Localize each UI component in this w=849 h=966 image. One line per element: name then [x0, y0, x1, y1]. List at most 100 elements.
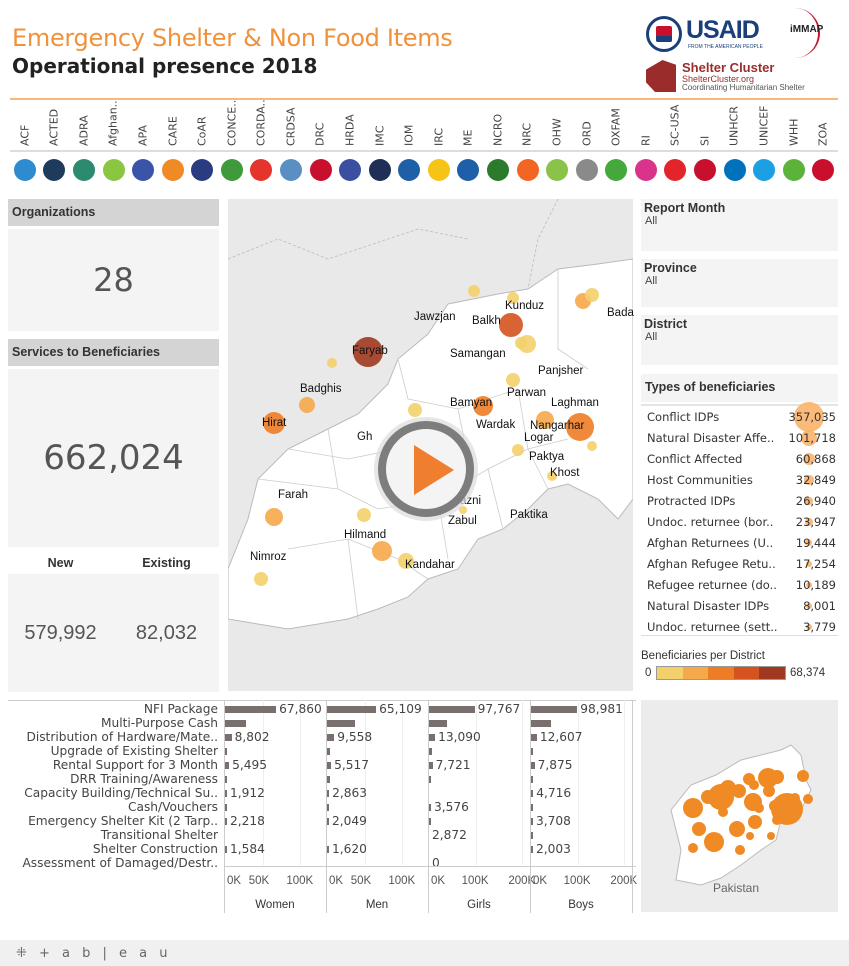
org-name-column[interactable]: CARE — [158, 104, 188, 152]
minimap-bubble[interactable] — [754, 803, 764, 813]
org-name-column[interactable]: CONCE.. — [217, 100, 247, 152]
bar-men[interactable] — [327, 846, 329, 853]
org-name-column[interactable]: Afghan.. — [99, 100, 129, 152]
bar-girls[interactable] — [429, 720, 447, 727]
bar-women[interactable] — [225, 804, 227, 811]
filter-province-value[interactable]: All — [645, 275, 657, 287]
org-name-column[interactable]: APA — [128, 104, 158, 152]
minimap-bubble[interactable] — [797, 770, 809, 782]
org-logo-icon[interactable] — [43, 159, 66, 181]
services-total[interactable]: 662,024 — [8, 369, 219, 547]
org-name-column[interactable]: OHW — [542, 104, 572, 152]
org-logo-icon[interactable] — [102, 159, 125, 181]
bar-men[interactable] — [327, 734, 335, 741]
org-name-column[interactable]: RI — [631, 104, 661, 152]
org-logo-icon[interactable] — [634, 159, 657, 181]
play-button[interactable] — [378, 421, 474, 517]
bar-boys[interactable] — [531, 818, 533, 825]
org-name-column[interactable]: OXFAM — [601, 104, 631, 152]
org-name-column[interactable]: IMC — [365, 104, 395, 152]
beneficiary-type-row[interactable]: Natural Disaster Affe.. 101,718 — [641, 427, 838, 448]
org-name-column[interactable]: WHH — [779, 104, 809, 152]
bar-men[interactable] — [327, 762, 332, 769]
org-logo-icon[interactable] — [250, 159, 273, 181]
new-value[interactable]: 579,992 — [8, 622, 113, 645]
org-logo-icon[interactable] — [279, 159, 302, 181]
minimap-bubble[interactable] — [767, 832, 775, 840]
minimap-bubble[interactable] — [748, 815, 762, 829]
bar-boys[interactable] — [531, 706, 578, 713]
bar-girls[interactable] — [429, 804, 431, 811]
minimap-bubble[interactable] — [803, 794, 813, 804]
org-logo-icon[interactable] — [220, 159, 243, 181]
org-logo-icon[interactable] — [191, 159, 214, 181]
filter-report-month[interactable]: Report Month All — [641, 199, 838, 251]
org-name-column[interactable]: SC-USA — [661, 104, 691, 152]
bar-women[interactable] — [225, 720, 247, 727]
org-logo-icon[interactable] — [753, 159, 776, 181]
org-name-column[interactable]: ACF — [10, 104, 40, 152]
bar-girls[interactable] — [429, 734, 436, 741]
minimap-bubble[interactable] — [770, 770, 784, 784]
bar-girls[interactable] — [429, 818, 431, 825]
org-logo-icon[interactable] — [368, 159, 391, 181]
org-logo-icon[interactable] — [605, 159, 628, 181]
minimap-bubble[interactable] — [772, 815, 782, 825]
org-name-column[interactable]: HRDA — [335, 104, 365, 152]
org-logo-icon[interactable] — [693, 159, 716, 181]
minimap-bubble[interactable] — [790, 793, 800, 803]
org-logo-icon[interactable] — [13, 159, 36, 181]
minimap-bubble[interactable] — [704, 832, 724, 852]
org-logo-icon[interactable] — [516, 159, 539, 181]
org-logo-icon[interactable] — [546, 159, 569, 181]
minimap-bubble[interactable] — [732, 784, 746, 798]
org-name-column[interactable]: ME — [454, 104, 484, 152]
minimap-bubble[interactable] — [746, 832, 754, 840]
org-logo-icon[interactable] — [457, 159, 480, 181]
bar-men[interactable] — [327, 776, 330, 783]
org-logo-icon[interactable] — [72, 159, 95, 181]
bar-boys[interactable] — [531, 776, 533, 783]
org-logo-icon[interactable] — [398, 159, 421, 181]
bar-men[interactable] — [327, 818, 329, 825]
org-name-column[interactable]: NCRO — [483, 104, 513, 152]
org-logo-icon[interactable] — [664, 159, 687, 181]
org-logo-icon[interactable] — [723, 159, 746, 181]
bar-boys[interactable] — [531, 720, 551, 727]
beneficiary-type-row[interactable]: Natural Disaster IDPs 8,001 — [641, 595, 838, 616]
org-name-column[interactable]: DRC — [306, 104, 336, 152]
bar-women[interactable] — [225, 776, 227, 783]
beneficiary-type-row[interactable]: Host Communities 32,849 — [641, 469, 838, 490]
beneficiary-type-row[interactable]: Undoc. returnee (sett.. 3,779 — [641, 616, 838, 637]
org-name-column[interactable]: CRDSA — [276, 104, 306, 152]
bar-boys[interactable] — [531, 846, 533, 853]
org-logo-icon[interactable] — [339, 159, 362, 181]
bar-women[interactable] — [225, 790, 227, 797]
minimap-bubble[interactable] — [683, 798, 703, 818]
bar-girls[interactable] — [429, 706, 475, 713]
bar-men[interactable] — [327, 706, 377, 713]
bar-men[interactable] — [327, 790, 330, 797]
org-name-column[interactable]: NRC — [513, 104, 543, 152]
org-logo-icon[interactable] — [161, 159, 184, 181]
org-name-column[interactable]: ADRA — [69, 104, 99, 152]
filter-report-month-value[interactable]: All — [645, 215, 657, 227]
bar-women[interactable] — [225, 762, 230, 769]
minimap-bubble[interactable] — [763, 785, 775, 797]
beneficiary-type-row[interactable]: Afghan Returnees (U.. 19,444 — [641, 532, 838, 553]
bar-men[interactable] — [327, 804, 329, 811]
org-name-column[interactable]: ZOA — [808, 104, 838, 152]
bar-boys[interactable] — [531, 734, 537, 741]
bar-girls[interactable] — [429, 776, 431, 783]
bar-boys[interactable] — [531, 762, 535, 769]
bar-women[interactable] — [225, 818, 227, 825]
org-name-column[interactable]: ORD — [572, 104, 602, 152]
bar-women[interactable] — [225, 748, 227, 755]
minimap-bubble[interactable] — [701, 790, 715, 804]
org-name-column[interactable]: IOM — [394, 104, 424, 152]
beneficiary-type-row[interactable]: Refugee returnee (do.. 10,189 — [641, 574, 838, 595]
minimap-bubble[interactable] — [769, 800, 781, 812]
minimap-bubble[interactable] — [749, 780, 759, 790]
org-name-column[interactable]: SI — [690, 104, 720, 152]
bar-girls[interactable] — [429, 748, 433, 755]
